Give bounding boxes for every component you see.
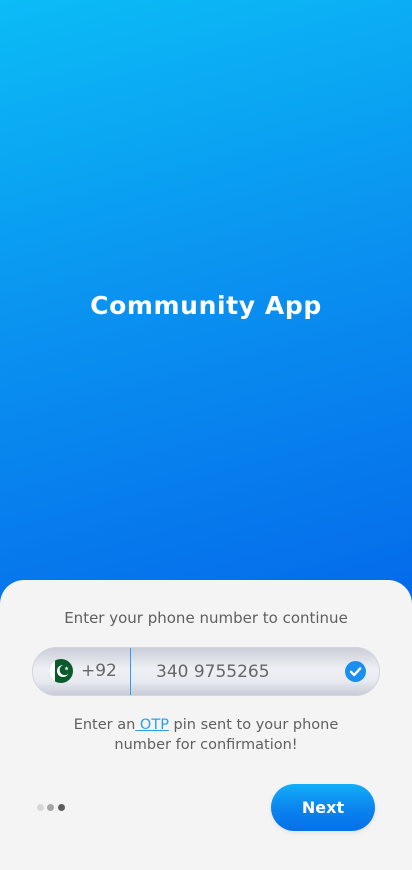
- otp-note-prefix: Enter an: [73, 717, 136, 733]
- next-button[interactable]: Next: [271, 784, 375, 831]
- phone-number-field[interactable]: +92: [32, 647, 380, 696]
- otp-link[interactable]: OTP: [135, 717, 169, 733]
- instruction-text: Enter your phone number to continue: [64, 609, 348, 627]
- phone-number-input[interactable]: [156, 659, 336, 685]
- login-sheet: Enter your phone number to continue +92 …: [0, 580, 412, 870]
- page-dot-1: [37, 804, 44, 811]
- hero-background: Community App: [0, 0, 412, 620]
- app-title: Community App: [90, 291, 322, 320]
- page-dot-3-active: [58, 804, 65, 811]
- otp-note: Enter an OTP pin sent to your phone numb…: [56, 715, 356, 755]
- pakistan-flag-icon[interactable]: [49, 659, 73, 683]
- page-dot-2: [47, 804, 54, 811]
- country-dial-code[interactable]: +92: [81, 661, 117, 681]
- check-circle-icon: [345, 661, 366, 682]
- field-divider: [130, 648, 131, 695]
